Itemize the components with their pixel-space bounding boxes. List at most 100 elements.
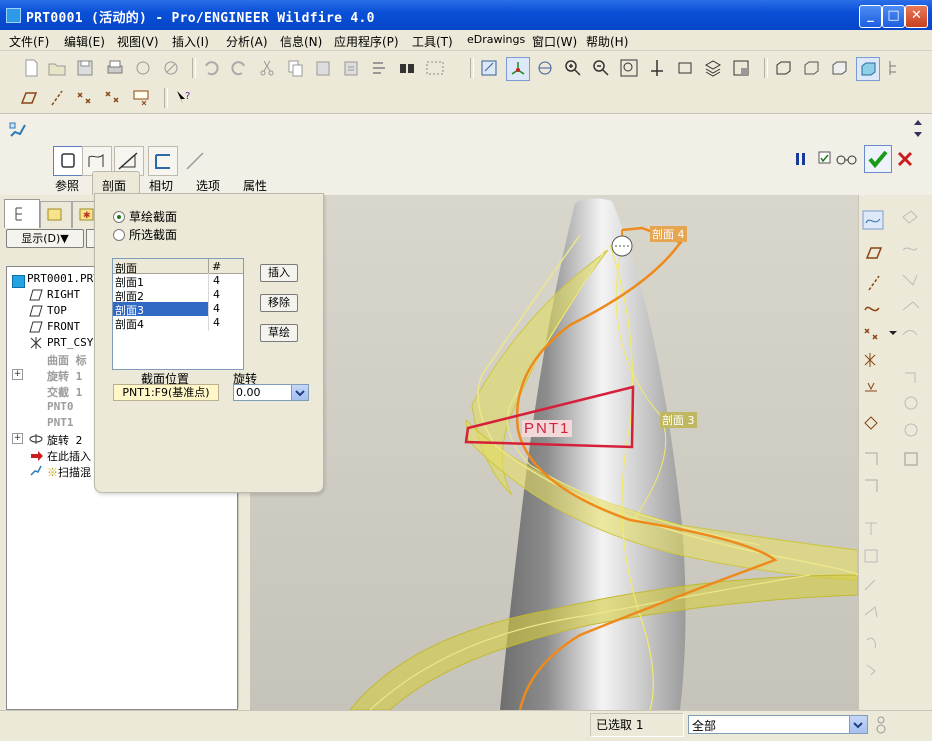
menu-applications[interactable]: 应用程序(P) (334, 33, 399, 50)
expand-icon[interactable]: + (12, 369, 23, 380)
status-bar: 已选取 1 全部 (0, 710, 932, 741)
show-dropdown-button[interactable]: 显示(D)▼ (6, 229, 84, 248)
scroll-up-icon[interactable] (912, 116, 924, 126)
rotation-dropdown[interactable]: 0.00 (233, 384, 309, 401)
tree-item-right[interactable]: RIGHT (47, 288, 80, 301)
radio-selected-section[interactable] (113, 229, 125, 241)
table-row[interactable]: 剖面1 4 (113, 274, 243, 289)
table-row[interactable]: 剖面4 4 (113, 316, 243, 331)
solid-option-button[interactable] (53, 146, 83, 176)
insert-section-button[interactable]: 插入 (260, 264, 298, 282)
tab-sections[interactable]: 剖面 (102, 177, 126, 194)
cancel-x-icon[interactable] (896, 150, 914, 168)
new-file-icon[interactable] (20, 57, 42, 79)
send-link-icon[interactable] (160, 57, 182, 79)
zoom-in-icon[interactable] (562, 57, 584, 79)
menu-view[interactable]: 视图(V) (117, 33, 159, 50)
layers-icon[interactable] (702, 57, 724, 79)
chevron-down-icon[interactable] (291, 385, 308, 400)
preview-checkbox[interactable] (818, 151, 832, 165)
table-row-selected[interactable]: 剖面3 (113, 302, 208, 317)
tree-item-pnt0[interactable]: PNT0 (47, 400, 74, 413)
scroll-down-icon[interactable] (912, 129, 924, 139)
send-mail-icon[interactable] (132, 57, 154, 79)
menu-info[interactable]: 信息(N) (280, 33, 322, 50)
menu-window[interactable]: 窗口(W) (532, 33, 577, 50)
section-location-field[interactable]: PNT1:F9(基准点) (113, 384, 219, 401)
tab-tangency[interactable]: 相切 (149, 177, 173, 194)
folder-browser-tab[interactable] (40, 201, 72, 228)
view-manager-icon[interactable] (730, 57, 752, 79)
chevron-down-icon[interactable] (849, 716, 867, 733)
menu-tools[interactable]: 工具(T) (412, 33, 453, 50)
sketch-section-button[interactable]: 草绘 (260, 324, 298, 342)
find-icon[interactable] (396, 57, 418, 79)
redo-icon[interactable] (228, 57, 250, 79)
close-button[interactable]: ✕ (905, 5, 928, 28)
shading-icon[interactable] (856, 57, 880, 81)
radio-sketched-section[interactable] (113, 211, 125, 223)
pause-icon[interactable] (795, 152, 807, 166)
datum-planes-icon[interactable] (18, 87, 40, 109)
glasses-icon[interactable] (836, 152, 858, 166)
menu-insert[interactable]: 插入(I) (172, 33, 209, 50)
tree-item-top[interactable]: TOP (47, 304, 67, 317)
menu-edit[interactable]: 编辑(E) (64, 33, 105, 50)
model-tree-icon[interactable] (884, 57, 906, 79)
repaint-icon[interactable] (478, 57, 500, 79)
model-tree-tab[interactable] (4, 199, 40, 228)
refit-icon[interactable] (618, 57, 640, 79)
copy-icon[interactable] (284, 57, 306, 79)
tree-item-surface[interactable]: 曲面 标 (47, 352, 87, 368)
context-help-icon[interactable]: ? (172, 87, 194, 109)
wireframe-icon[interactable] (772, 57, 794, 79)
spin-center-icon[interactable] (506, 57, 530, 81)
save-icon[interactable] (74, 57, 96, 79)
remove-section-button[interactable]: 移除 (260, 294, 298, 312)
sketch-line-button[interactable] (180, 146, 210, 176)
menu-edrawings[interactable]: eDrawings (467, 33, 525, 46)
tree-item-csys[interactable]: PRT_CSYS (47, 336, 100, 349)
zoom-out-icon[interactable] (590, 57, 612, 79)
undo-icon[interactable] (200, 57, 222, 79)
tree-item-part[interactable]: PRT0001.PRT (27, 272, 100, 285)
thicken-button[interactable] (148, 146, 178, 176)
datum-points-icon[interactable] (102, 87, 124, 109)
tree-item-revolve2[interactable]: 旋转 2 (47, 432, 82, 448)
hidden-line-icon[interactable] (800, 57, 822, 79)
expand-icon[interactable]: + (12, 433, 23, 444)
datum-axes-icon[interactable] (46, 87, 68, 109)
tree-item-revolve1[interactable]: 旋转 1 (47, 368, 82, 384)
feature-toolbar (858, 195, 932, 710)
tree-item-insert-here[interactable]: 在此插入 (47, 448, 91, 464)
tree-item-pnt1[interactable]: PNT1 (47, 416, 74, 429)
regenerate-icon[interactable] (368, 57, 390, 79)
table-row[interactable]: 剖面2 4 (113, 288, 243, 303)
no-hidden-icon[interactable] (828, 57, 850, 79)
tree-item-front[interactable]: FRONT (47, 320, 80, 333)
point-tags-icon[interactable] (74, 87, 96, 109)
menu-help[interactable]: 帮助(H) (586, 33, 628, 50)
apply-check-icon[interactable] (864, 145, 892, 173)
saved-views-icon[interactable] (674, 57, 696, 79)
tree-item-sweep-blend[interactable]: ※扫描混 (47, 464, 91, 480)
print-icon[interactable] (104, 57, 126, 79)
tab-options[interactable]: 选项 (196, 177, 220, 194)
open-folder-icon[interactable] (46, 57, 68, 79)
select-box-icon[interactable] (424, 57, 446, 79)
tree-item-intersect1[interactable]: 交截 1 (47, 384, 82, 400)
paste-special-icon[interactable] (340, 57, 362, 79)
menu-analysis[interactable]: 分析(A) (226, 33, 268, 50)
cut-icon[interactable] (256, 57, 278, 79)
csys-icon[interactable] (130, 87, 152, 109)
maximize-button[interactable]: □ (882, 5, 905, 28)
orient-mode-icon[interactable] (534, 57, 556, 79)
reorient-icon[interactable] (646, 57, 668, 79)
graphics-viewport[interactable]: 剖面 4 剖面 3 PNT1 (250, 195, 858, 710)
menu-file[interactable]: 文件(F) (9, 33, 49, 50)
tab-properties[interactable]: 属性 (243, 177, 267, 194)
minimize-button[interactable]: _ (859, 5, 882, 28)
selection-filter-dropdown[interactable]: 全部 (688, 715, 868, 734)
tab-references[interactable]: 参照 (55, 177, 79, 194)
paste-icon[interactable] (312, 57, 334, 79)
